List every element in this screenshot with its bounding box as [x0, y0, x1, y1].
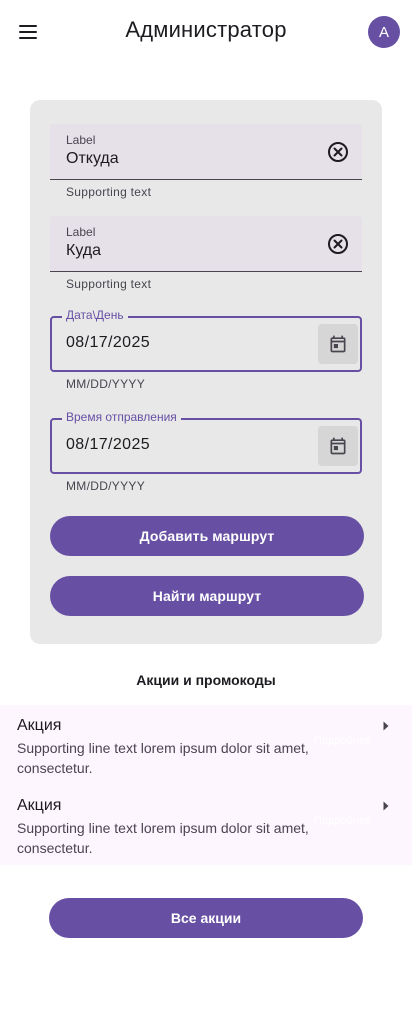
from-field-value: Откуда	[66, 150, 119, 167]
promo-trailing-text: Подробнее	[314, 735, 372, 747]
clear-icon[interactable]	[326, 140, 350, 164]
to-field-value: Куда	[66, 242, 102, 259]
add-route-button[interactable]: Добавить маршрут	[50, 516, 364, 556]
date-field-value: 08/17/2025	[66, 334, 151, 351]
promo-supporting-text: Supporting line text lorem ipsum dolor s…	[17, 740, 309, 776]
avatar[interactable]: A	[368, 16, 400, 48]
list-item[interactable]: Акция Supporting line text lorem ipsum d…	[0, 705, 412, 785]
find-route-button[interactable]: Найти маршрут	[50, 576, 364, 616]
promo-trailing-text: Подробнее	[314, 815, 372, 827]
departure-time-field-label: Время отправления	[62, 410, 181, 424]
all-promos-button[interactable]: Все акции	[49, 898, 363, 938]
promo-supporting-text: Supporting line text lorem ipsum dolor s…	[17, 820, 309, 856]
from-field[interactable]: Label Откуда	[50, 124, 362, 180]
date-field[interactable]: Дата\День 08/17/2025	[50, 308, 362, 372]
to-field-supporting-text: Supporting text	[66, 277, 152, 291]
promos-section-title: Акции и промокоды	[136, 672, 276, 688]
departure-time-field-value: 08/17/2025	[66, 436, 151, 453]
page-title: Администратор	[125, 17, 287, 42]
promo-headline: Акция	[17, 797, 62, 814]
departure-time-field-supporting-text: MM/DD/YYYY	[66, 479, 146, 493]
calendar-icon[interactable]	[318, 426, 358, 466]
from-field-label: Label	[66, 133, 96, 147]
list-item[interactable]: Акция Supporting line text lorem ipsum d…	[0, 785, 412, 865]
promo-list: Акция Supporting line text lorem ipsum d…	[0, 705, 412, 865]
from-field-supporting-text: Supporting text	[66, 185, 152, 199]
promo-headline: Акция	[17, 717, 62, 734]
route-form-card: Label Откуда Supporting text Label Куда …	[30, 100, 382, 644]
date-field-supporting-text: MM/DD/YYYY	[66, 377, 146, 391]
clear-icon[interactable]	[326, 232, 350, 256]
calendar-icon[interactable]	[318, 324, 358, 364]
to-field-label: Label	[66, 225, 96, 239]
arrow-right-icon[interactable]	[382, 800, 390, 812]
date-field-label: Дата\День	[62, 308, 128, 322]
departure-time-field[interactable]: Время отправления 08/17/2025	[50, 410, 362, 474]
to-field[interactable]: Label Куда	[50, 216, 362, 272]
arrow-right-icon[interactable]	[382, 720, 390, 732]
top-app-bar: Администратор A	[0, 0, 412, 64]
